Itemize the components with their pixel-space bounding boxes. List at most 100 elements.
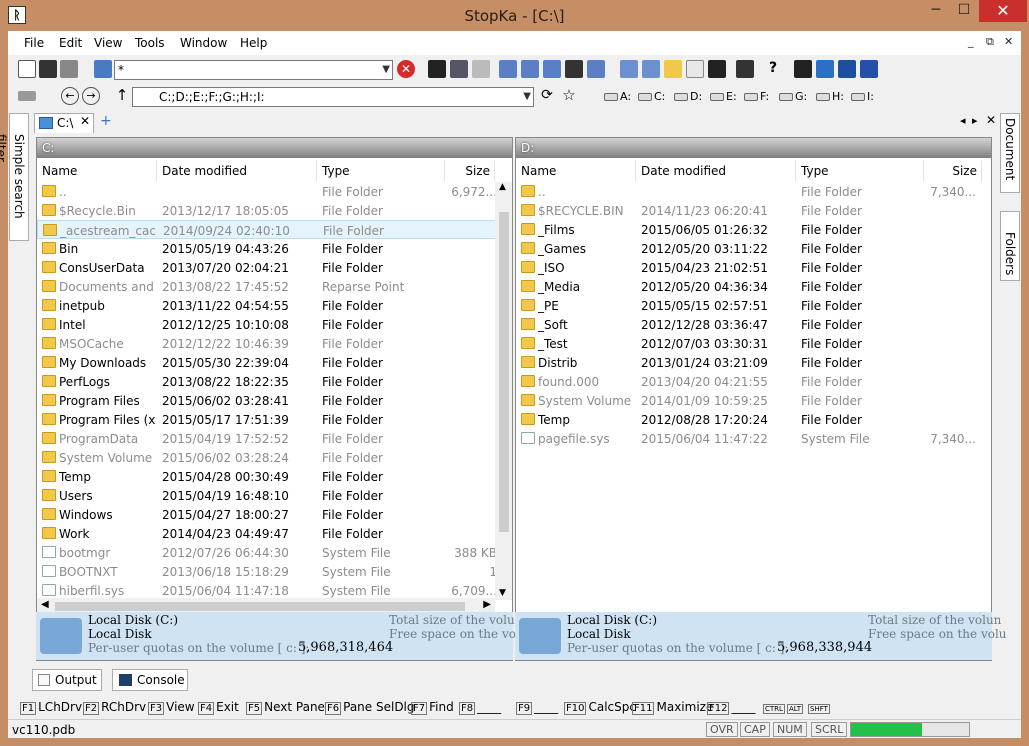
sort-icon[interactable] [499,60,517,78]
file-row[interactable]: Documents and... 2013/08/22 17:45:52 Repar… [37,277,507,296]
drive-e-button[interactable]: E: [710,90,737,103]
file-row[interactable]: _ISO 2015/04/23 21:02:51 File Folder [516,258,986,277]
path-combo[interactable]: C:;D:;E:;F:;G:;H:;I: ▼ [132,87,534,107]
help-icon[interactable]: ? [764,60,782,78]
file-row[interactable]: ConsUserData 2013/07/20 02:04:21 File Fold… [37,258,507,277]
file-row[interactable]: Temp 2015/04/28 00:30:49 File Folder [37,467,507,486]
terminal-icon[interactable] [794,60,812,78]
file-row[interactable]: _Media 2012/05/20 04:36:34 File Folder [516,277,986,296]
filter-icon[interactable] [450,60,468,78]
file-row[interactable]: System Volume ... 2015/06/02 03:28:24 File… [37,448,507,467]
tab-scroll-left-icon[interactable]: ◂ [960,114,966,127]
menu-file[interactable]: File [24,36,44,50]
find-in-files-icon[interactable] [94,60,112,78]
fkey-f1[interactable]: F1 LChDrv [20,700,82,715]
file-row[interactable]: _Films 2015/06/05 01:26:32 File Folder [516,220,986,239]
file-row[interactable]: found.000 2013/04/20 04:21:55 File Folder [516,372,986,391]
fkey-f12[interactable]: F12 ____ [707,700,755,715]
file-row[interactable]: Bin 2015/05/19 04:43:26 File Folder [37,239,507,258]
drive-d-button[interactable]: D: [674,90,702,103]
vertical-scrollbar[interactable]: ▲ ▼ [495,182,512,600]
book-icon[interactable] [816,60,834,78]
column-date-modified[interactable]: Date modified [636,160,796,182]
clear-filter-icon[interactable]: ✕ [397,60,415,78]
file-row[interactable]: My Downloads 2015/05/30 22:39:04 File Fold… [37,353,507,372]
menu-edit[interactable]: Edit [59,36,82,50]
file-row[interactable]: _Test 2012/07/03 03:30:31 File Folder [516,334,986,353]
file-row[interactable]: Intel 2012/12/25 10:10:08 File Folder [37,315,507,334]
asterisk-icon[interactable] [472,60,490,78]
output-tab[interactable]: Output [32,669,102,691]
tab-close-icon[interactable]: ✕ [80,114,90,128]
user-icon[interactable] [838,60,856,78]
scroll-down-icon[interactable]: ▼ [499,588,506,598]
drive-icon[interactable] [18,91,36,101]
menu-window[interactable]: Window [180,36,227,50]
file-row[interactable]: _acestream_cac... 2014/09/24 02:40:10 File… [37,220,507,239]
panel-icon[interactable] [620,60,638,78]
up-icon[interactable]: ↑ [113,87,131,105]
panels-icon[interactable] [860,60,878,78]
thumbnails-icon[interactable] [587,60,605,78]
new-icon[interactable] [18,60,36,78]
file-row[interactable]: _Games 2012/05/20 03:11:22 File Folder [516,239,986,258]
tab-scroll-right-icon[interactable]: ▸ [972,114,978,127]
column-size[interactable]: Size [445,160,495,182]
mdi-close-button[interactable]: ✕ [1004,35,1013,48]
fullscreen-icon[interactable] [736,60,754,78]
refresh-icon[interactable]: ⟳ [538,87,556,105]
refresh-view-icon[interactable] [642,60,660,78]
close-button[interactable]: ✕ [979,0,1027,22]
filter-combo[interactable]: * ▼ [114,60,393,80]
ctrl-key-indicator[interactable]: CTRL [763,700,787,714]
file-row[interactable]: $Recycle.Bin 2013/12/17 18:05:05 File Fold… [37,201,507,220]
scroll-thumb[interactable] [499,212,509,532]
fkey-f8[interactable]: F8 ____ [459,700,501,715]
column-date-modified[interactable]: Date modified [157,160,317,182]
file-row[interactable]: _Soft 2012/12/28 03:36:47 File Folder [516,315,986,334]
forward-icon[interactable]: → [82,87,100,105]
details-view-icon[interactable] [565,60,583,78]
column-name[interactable]: Name [516,160,636,182]
document-icon[interactable] [686,60,704,78]
simple-search-filter-tab[interactable]: Simple search filter [0,113,29,241]
close-tab-strip-icon[interactable]: ✕ [986,113,996,127]
file-row[interactable]: Work 2014/04/23 04:49:47 File Folder [37,524,507,543]
fkey-f11[interactable]: F11 Maximize [632,700,713,715]
file-row[interactable]: Program Files (x... 2015/05/17 17:51:39 Fi… [37,410,507,429]
maximize-button[interactable]: ☐ [949,0,979,22]
mdi-restore-button[interactable]: ⧉ [986,35,994,49]
alt-key-indicator[interactable]: ALT [787,700,805,714]
mdi-minimize-button[interactable]: _ [968,35,974,48]
document-tab[interactable]: Document [1000,113,1020,193]
chevron-down-icon[interactable]: ▼ [523,88,531,106]
favorites-star-icon[interactable]: ☆ [560,87,578,105]
file-row[interactable]: ProgramData 2015/04/19 17:52:52 File Folde… [37,429,507,448]
file-row[interactable]: .. File Folder 7,340... [516,182,986,201]
file-row[interactable]: Temp 2012/08/28 17:20:24 File Folder [516,410,986,429]
folders-tab[interactable]: Folders [1000,211,1020,281]
fkey-f5[interactable]: F5 Next Pane [246,700,325,715]
fkey-f9[interactable]: F9 ____ [516,700,558,715]
minimize-button[interactable]: ─ [921,0,951,22]
file-row[interactable]: inetpub 2013/11/22 04:54:55 File Folder [37,296,507,315]
list-view-icon[interactable] [543,60,561,78]
fkey-f6[interactable]: F6 Pane SelDlg [325,700,415,715]
file-row[interactable]: BOOTNXT 2013/06/18 15:18:29 System File 1 [37,562,507,581]
file-row[interactable]: Windows 2015/04/27 18:00:27 File Folder [37,505,507,524]
drive-h-button[interactable]: H: [816,90,844,103]
save-all-icon[interactable] [60,60,78,78]
file-row[interactable]: _PE 2015/05/15 02:57:51 File Folder [516,296,986,315]
file-row[interactable]: Program Files 2015/06/02 03:28:41 File Fol… [37,391,507,410]
file-row[interactable]: Users 2015/04/19 16:48:10 File Folder [37,486,507,505]
scroll-up-icon[interactable]: ▲ [499,182,506,192]
scroll-left-icon[interactable]: ◀ [41,599,49,610]
console-icon[interactable] [708,60,726,78]
navigate-icon[interactable] [428,60,446,78]
column-name[interactable]: Name [37,160,157,182]
file-row[interactable]: MSOCache 2012/12/22 10:46:39 File Folder [37,334,507,353]
save-icon[interactable] [39,60,57,78]
fkey-f10[interactable]: F10 CalcSpc [564,700,636,715]
menu-view[interactable]: View [94,36,122,50]
drive-a-button[interactable]: A: [604,90,631,103]
